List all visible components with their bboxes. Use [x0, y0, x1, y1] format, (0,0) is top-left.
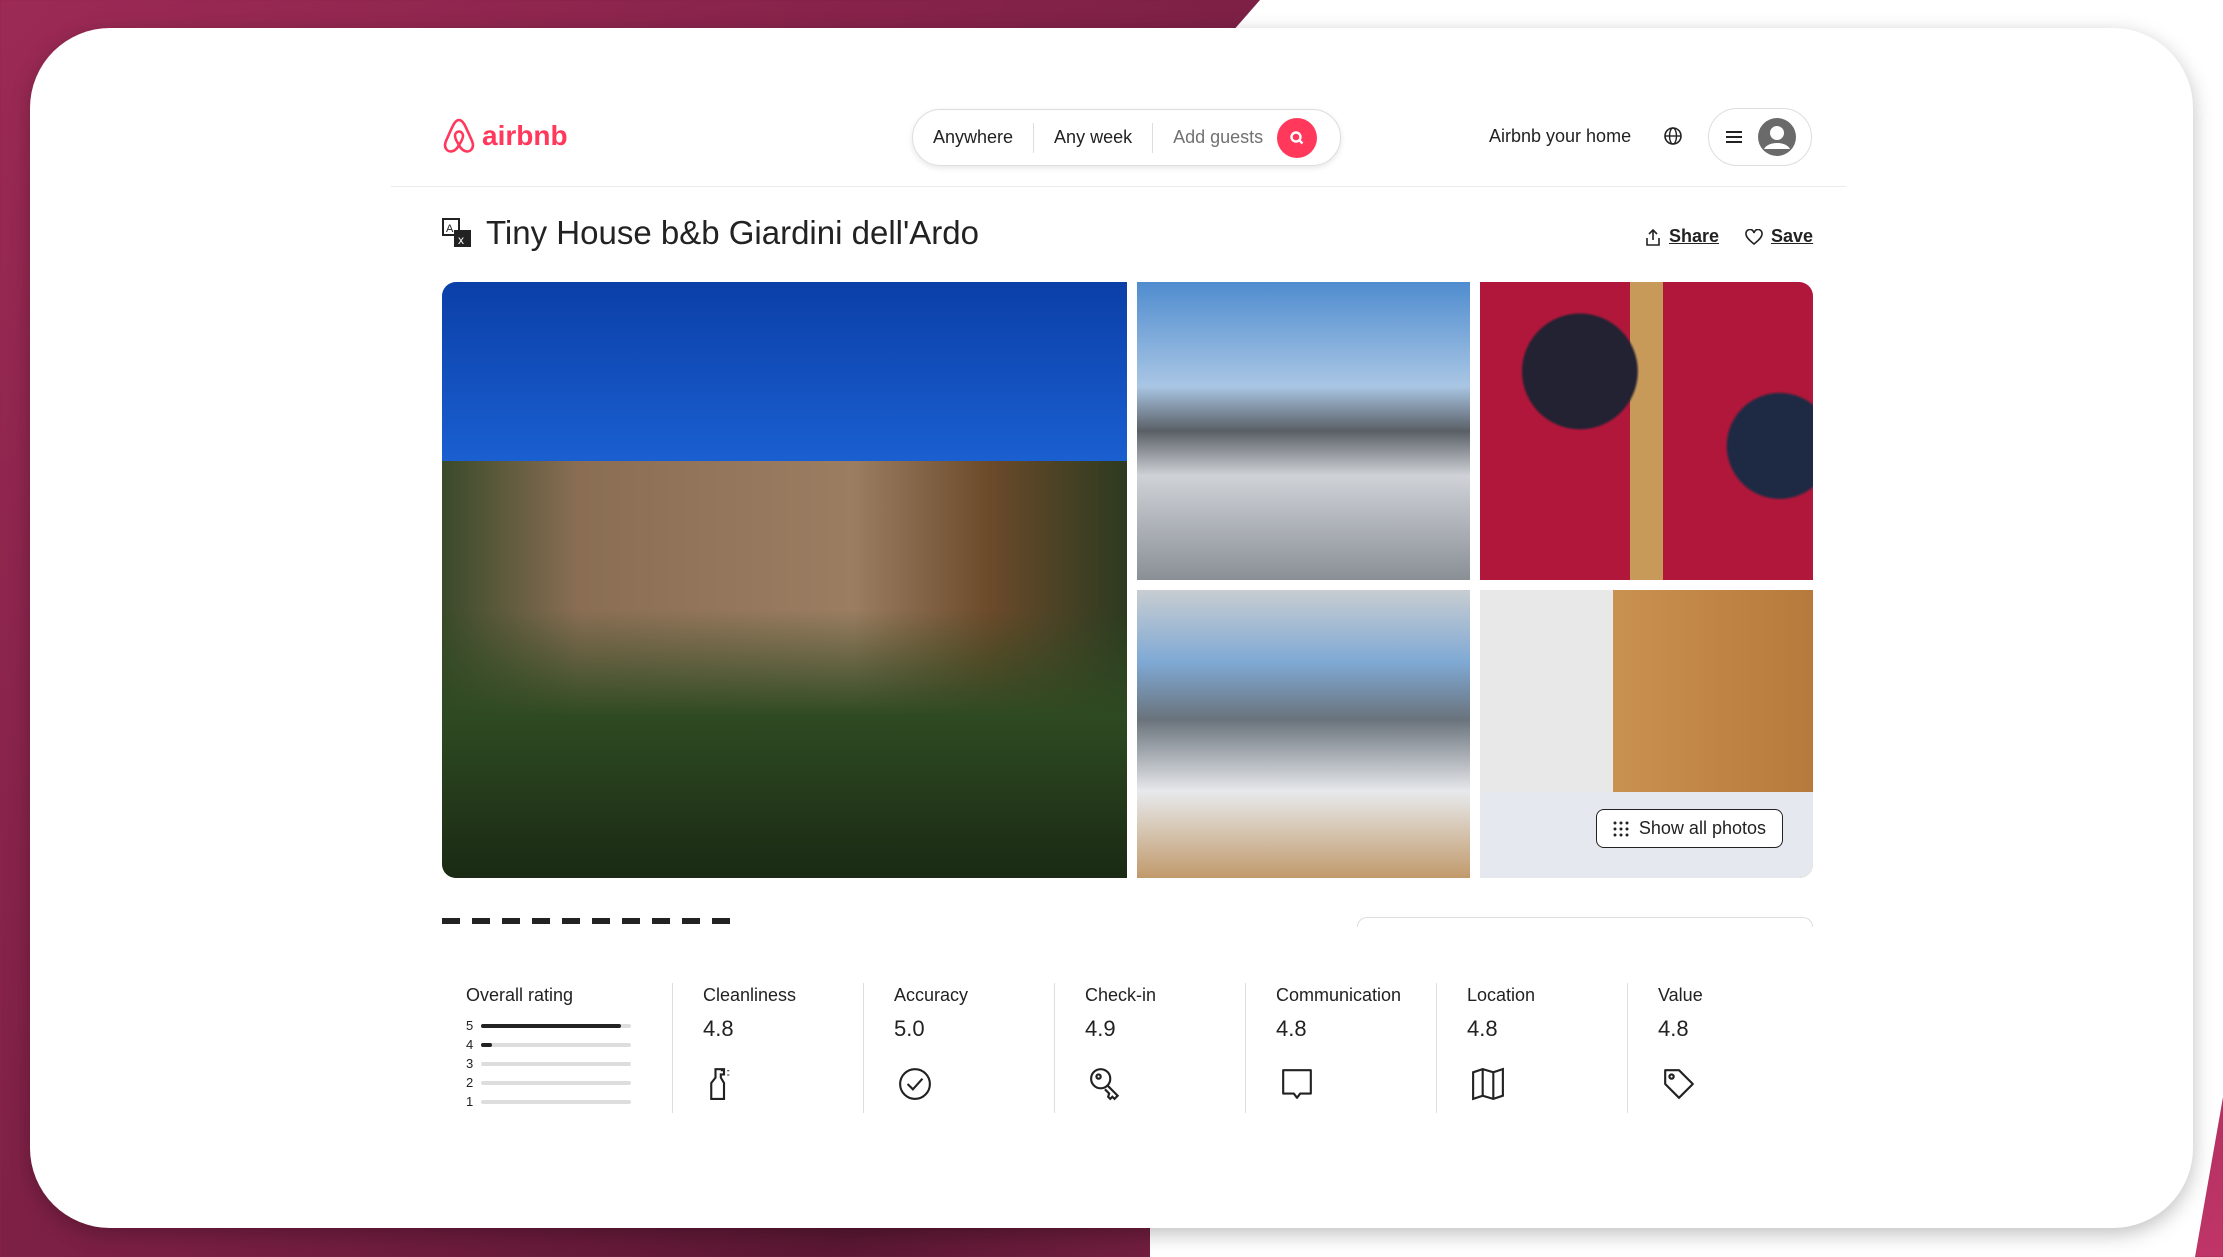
share-icon	[1646, 228, 1660, 246]
bar-track	[481, 1023, 632, 1028]
star-label: 3	[466, 1056, 474, 1071]
category-value: 4.9	[1085, 1016, 1116, 1041]
photo-main-exterior[interactable]	[442, 282, 1127, 878]
search-any-week[interactable]: Any week	[1034, 122, 1154, 153]
rating-bar-5: 5	[466, 1016, 672, 1035]
photo-kitchen-bedroom[interactable]	[1137, 590, 1470, 878]
rating-communication: Communication 4.8	[1245, 983, 1436, 1113]
bar-track	[481, 1080, 632, 1085]
rating-bar-2: 2	[466, 1073, 672, 1092]
svg-text:x: x	[458, 233, 464, 247]
search-anywhere[interactable]: Anywhere	[913, 122, 1035, 153]
logo-text: airbnb	[482, 120, 568, 151]
rating-bar-1: 1	[466, 1092, 672, 1111]
clipped-heading	[442, 918, 742, 924]
rating-check-in: Check-in 4.9	[1054, 983, 1245, 1113]
search-add-guests[interactable]: Add guests	[1153, 123, 1277, 153]
save-button[interactable]: Save	[1745, 226, 1813, 247]
rating-bar-4: 4	[466, 1035, 672, 1054]
avatar	[1757, 118, 1796, 156]
category-value: 5.0	[894, 1016, 925, 1041]
category-value: 4.8	[1658, 1016, 1689, 1041]
photo-bedroom-view[interactable]	[1137, 282, 1470, 580]
overall-rating: Overall rating 5 4 3 2 1	[466, 983, 672, 1113]
category-value: 4.8	[1276, 1016, 1307, 1041]
rating-accuracy: Accuracy 5.0	[863, 983, 1054, 1113]
bar-track	[481, 1061, 632, 1066]
airbnb-belo-icon	[443, 118, 475, 153]
clipped-booking-card	[1357, 917, 1813, 927]
ratings-section: Overall rating 5 4 3 2 1 Cleanliness 4.8 Accur…	[466, 983, 1818, 1113]
category-label: Cleanliness	[703, 985, 797, 1005]
map-icon	[1472, 1067, 1504, 1101]
spray-bottle-icon	[710, 1068, 730, 1100]
airbnb-your-home-link[interactable]: Airbnb your home	[1489, 126, 1631, 147]
category-label: Communication	[1276, 985, 1402, 1005]
bar-track	[481, 1099, 632, 1104]
heart-icon	[1745, 228, 1763, 245]
category-label: Location	[1467, 985, 1536, 1005]
photo-interior[interactable]: Show all photos	[1480, 590, 1813, 878]
chat-bubble-icon	[1282, 1069, 1312, 1099]
save-label: Save	[1771, 226, 1814, 246]
language-button[interactable]	[1663, 126, 1683, 151]
share-label: Share	[1669, 226, 1720, 246]
category-label: Accuracy	[894, 985, 969, 1005]
category-label: Value	[1658, 985, 1703, 1005]
search-bar[interactable]: Anywhere Any week Add guests	[912, 109, 1341, 166]
user-menu-button[interactable]	[1708, 108, 1812, 166]
globe-icon	[1664, 127, 1682, 145]
tag-icon	[1664, 1069, 1694, 1099]
photo-breakfast[interactable]	[1480, 282, 1813, 580]
search-button[interactable]	[1277, 117, 1318, 158]
show-all-photos-button[interactable]: Show all photos	[1595, 809, 1783, 848]
listing-title: Tiny House b&b Giardini dell'Ardo	[486, 214, 979, 251]
airbnb-logo[interactable]: airbnb	[442, 117, 568, 155]
category-label: Check-in	[1085, 985, 1157, 1005]
rating-cleanliness: Cleanliness 4.8	[672, 983, 863, 1113]
svg-text:A: A	[446, 223, 454, 235]
star-label: 2	[466, 1075, 474, 1090]
grid-icon	[1613, 821, 1629, 836]
star-label: 5	[466, 1018, 474, 1033]
hamburger-menu-icon	[1725, 131, 1742, 143]
header-divider	[391, 186, 1846, 187]
category-value: 4.8	[1467, 1016, 1498, 1041]
star-label: 1	[466, 1094, 474, 1109]
star-label: 4	[466, 1037, 474, 1052]
rating-bar-3: 3	[466, 1054, 672, 1073]
translation-icon[interactable]: Ax	[442, 218, 472, 253]
bar-fill	[481, 1023, 621, 1028]
key-icon	[1090, 1068, 1120, 1101]
check-circle-icon	[899, 1068, 931, 1100]
rating-location: Location 4.8	[1436, 983, 1627, 1113]
bar-track	[481, 1042, 632, 1047]
bar-fill	[481, 1042, 492, 1047]
share-button[interactable]: Share	[1645, 226, 1719, 247]
overall-rating-label: Overall rating	[466, 985, 574, 1005]
search-icon	[1290, 130, 1304, 144]
rating-value: Value 4.8	[1627, 983, 1818, 1113]
show-all-photos-label: Show all photos	[1638, 818, 1766, 838]
category-value: 4.8	[703, 1016, 734, 1041]
